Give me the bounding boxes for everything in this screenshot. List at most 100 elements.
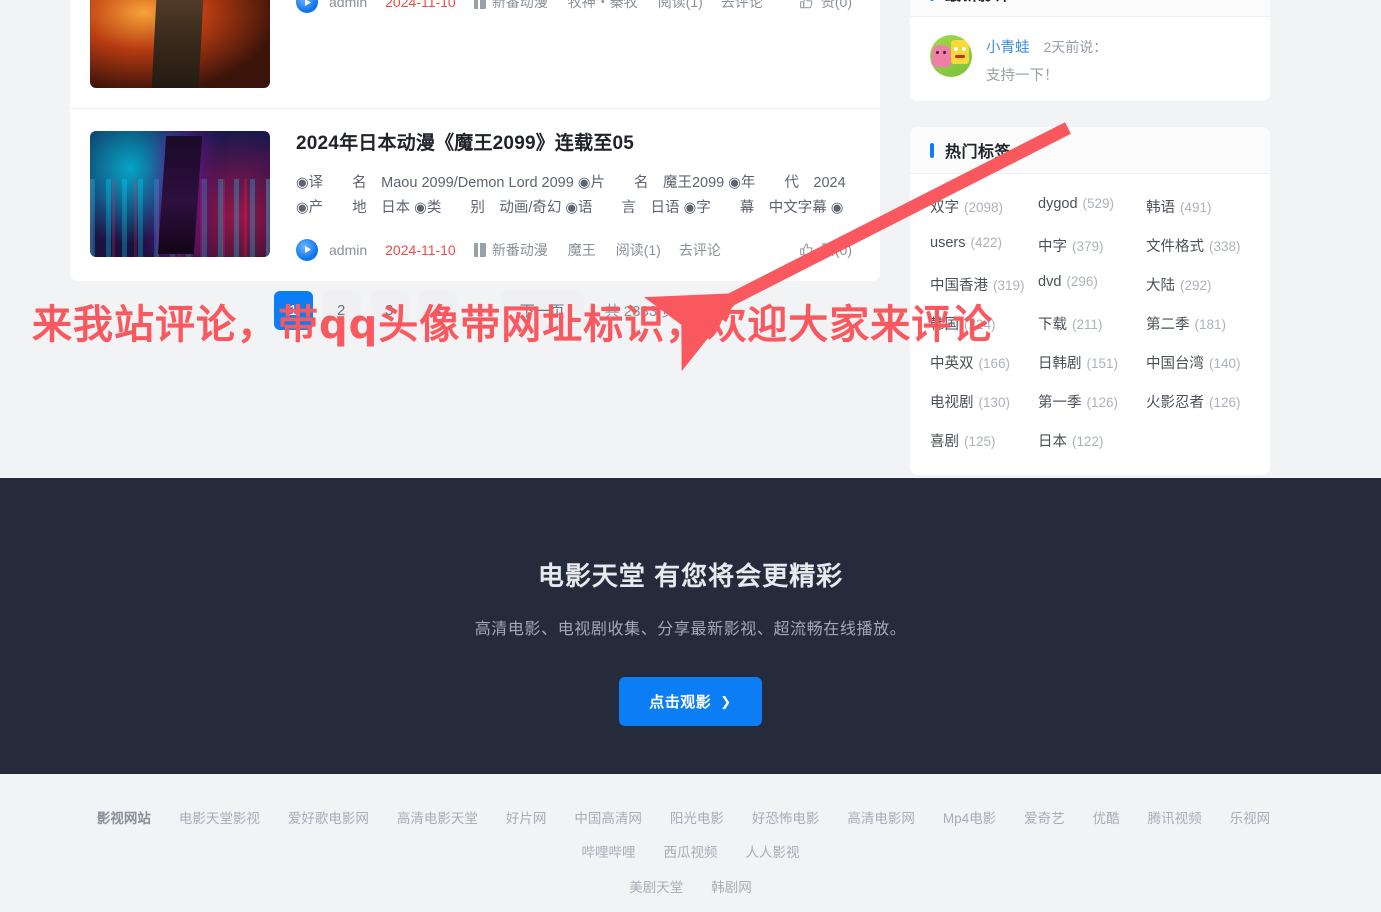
article-thumbnail[interactable] [90, 0, 270, 88]
footer-link[interactable]: 乐视网 [1230, 811, 1271, 826]
play-icon [296, 238, 318, 261]
article-date: 2024-11-10 [385, 241, 456, 258]
page-button-3[interactable]: 3 [369, 291, 409, 330]
article-category-label: 新番动漫 [491, 0, 548, 10]
tag-item[interactable]: 中字 (379) [1038, 235, 1142, 256]
tag-label: 下载 [1038, 317, 1067, 333]
tag-item[interactable]: 第二季 (181) [1146, 313, 1250, 334]
tag-item[interactable]: 日韩剧 (151) [1038, 352, 1142, 373]
tag-item[interactable]: dygod (529) [1038, 196, 1142, 217]
tag-item[interactable]: dvd (296) [1038, 274, 1142, 295]
thumbs-up-icon [799, 243, 813, 256]
article-item[interactable]: admin 2024-11-10 新番动漫 牧神・秦牧 阅读(1) 去评论 赞(… [70, 0, 880, 109]
article-title[interactable]: 2024年日本动漫《魔王2099》连载至05 [296, 131, 852, 158]
footer-link[interactable]: 高清电影网 [847, 811, 915, 826]
pagination-total: 共 2383 页 [604, 303, 677, 320]
footer-link[interactable]: 好恐怖电影 [752, 811, 820, 826]
tag-item[interactable]: 文件格式 (338) [1146, 235, 1250, 256]
footer-link[interactable]: Mp4电影 [943, 811, 996, 826]
content-area: admin 2024-11-10 新番动漫 牧神・秦牧 阅读(1) 去评论 赞(… [0, 0, 1381, 478]
review-text: 小青蛙 2天前说： 支持一下！ [986, 35, 1250, 85]
review-header-line: 小青蛙 2天前说： [986, 36, 1250, 57]
article-author[interactable]: admin [329, 242, 367, 258]
footer-link[interactable]: 好片网 [506, 811, 547, 826]
article-item[interactable]: 2024年日本动漫《魔王2099》连载至05 ◉译 名 Maou 2099/De… [70, 109, 880, 281]
article-body: admin 2024-11-10 新番动漫 牧神・秦牧 阅读(1) 去评论 赞(… [270, 0, 852, 88]
tag-item[interactable]: 电视剧 (130) [930, 391, 1034, 412]
tag-item[interactable]: 喜剧 (125) [930, 430, 1034, 451]
article-category[interactable]: 新番动漫 [473, 0, 548, 12]
review-time: 2天前说： [1043, 39, 1108, 55]
footer-link[interactable]: 美剧天堂 [629, 880, 683, 895]
footer-link[interactable]: 高清电影天堂 [397, 811, 478, 826]
article-comment-link[interactable]: 去评论 [721, 0, 763, 12]
tag-item[interactable]: 中国台湾 (140) [1146, 352, 1250, 373]
tag-item[interactable]: 大陆 (292) [1146, 274, 1250, 295]
accent-bar-icon [930, 142, 934, 158]
tag-item[interactable]: users (422) [930, 235, 1034, 256]
article-read-count: 阅读(1) [615, 241, 661, 258]
hot-tags-header: 热门标签 [910, 127, 1270, 174]
review-item[interactable]: 小青蛙 2天前说： 支持一下！ [930, 35, 1250, 85]
page-button-4[interactable]: 4 [417, 291, 457, 330]
tag-item[interactable]: 中国香港 (319) [930, 274, 1034, 295]
tag-label: 火影忍者 [1146, 395, 1204, 411]
avatar [930, 35, 972, 77]
tag-label: 第二季 [1146, 317, 1190, 333]
tag-count: (181) [1194, 317, 1227, 332]
footer-link[interactable]: 阳光电影 [670, 811, 724, 826]
tag-item[interactable]: 火影忍者 (126) [1146, 391, 1250, 412]
article-like-label: 赞(0) [820, 0, 852, 10]
article-tag[interactable]: 牧神・秦牧 [568, 0, 638, 12]
article-category[interactable]: 新番动漫 [473, 240, 548, 260]
footer-link[interactable]: 电影天堂影视 [179, 811, 260, 826]
tag-item[interactable]: 韩国 (224) [930, 313, 1034, 334]
footer-link[interactable]: 爱奇艺 [1024, 811, 1065, 826]
tag-label: dygod [1038, 196, 1078, 212]
footer-link-row: 影视网站 电影天堂影视 爱好歌电影网 高清电影天堂 好片网 中国高清网 阳光电影 好恐怖电影 高… [91, 802, 1291, 871]
tag-count: (422) [970, 235, 1002, 250]
footer-links: 影视网站 电影天堂影视 爱好歌电影网 高清电影天堂 好片网 中国高清网 阳光电影 好恐怖电影 高… [91, 774, 1291, 905]
article-author[interactable]: admin [329, 0, 367, 10]
review-author[interactable]: 小青蛙 [986, 36, 1030, 57]
article-thumbnail[interactable] [90, 131, 270, 257]
tag-label: 大陆 [1146, 278, 1175, 294]
article-description: ◉译 名 Maou 2099/Demon Lord 2099 ◉片 名 魔王20… [296, 174, 846, 216]
footer-link[interactable]: 人人影视 [746, 845, 800, 860]
tag-item[interactable]: 第一季 (126) [1038, 391, 1142, 412]
book-icon [473, 242, 486, 257]
tag-label: dvd [1038, 274, 1062, 290]
footer-link[interactable]: 西瓜视频 [664, 845, 718, 860]
footer-link[interactable]: 腾讯视频 [1148, 811, 1202, 826]
promo-banner: 电影天堂 有您将会更精彩 高清电影、电视剧收集、分享最新影视、超流畅在线播放。 … [0, 478, 1381, 774]
article-tag[interactable]: 魔王 [568, 240, 596, 260]
promo-title: 电影天堂 有您将会更精彩 [537, 561, 844, 591]
footer-link[interactable]: 中国高清网 [574, 811, 642, 826]
tag-item[interactable]: 日本 (122) [1038, 430, 1142, 451]
footer-link[interactable]: 影视网站 [97, 811, 151, 826]
article-like-button[interactable]: 赞(0) [799, 0, 852, 12]
tag-item[interactable]: 中英双 (166) [930, 352, 1034, 373]
page-button-1[interactable]: 1 [273, 291, 313, 330]
tag-item[interactable]: 双字 (2098) [930, 196, 1034, 217]
play-icon [296, 0, 318, 13]
tag-count: (126) [1086, 395, 1119, 410]
watch-now-button[interactable]: 点击观影 ❯ [619, 677, 762, 726]
tag-item[interactable]: 下载 (211) [1038, 313, 1142, 334]
article-category-label: 新番动漫 [491, 241, 548, 258]
page-button-2[interactable]: 2 [321, 291, 361, 330]
footer-link[interactable]: 爱好歌电影网 [288, 811, 369, 826]
promo-subtitle: 高清电影、电视剧收集、分享最新影视、超流畅在线播放。 [474, 621, 907, 638]
footer-link[interactable]: 优酷 [1093, 811, 1120, 826]
footer-link[interactable]: 韩剧网 [711, 880, 752, 895]
article-like-button[interactable]: 赞(0) [799, 240, 852, 260]
next-page-button[interactable]: 下一页 [500, 291, 584, 330]
article-comment-link[interactable]: 去评论 [679, 240, 721, 260]
footer-link[interactable]: 哔哩哔哩 [582, 845, 636, 860]
article-meta: admin 2024-11-10 新番动漫 牧神・秦牧 阅读(1) 去评论 赞(… [296, 0, 852, 13]
watch-now-label: 点击观影 [649, 694, 712, 711]
hot-tags-grid: 双字 (2098) dygod (529) 韩语 (491) users (422) 中字 (37… [910, 174, 1270, 475]
latest-reviews-card: 最新影评 小青蛙 2天前说： 支持一下！ [910, 0, 1270, 101]
article-body: 2024年日本动漫《魔王2099》连载至05 ◉译 名 Maou 2099/De… [270, 131, 852, 261]
tag-item[interactable]: 韩语 (491) [1146, 196, 1250, 217]
